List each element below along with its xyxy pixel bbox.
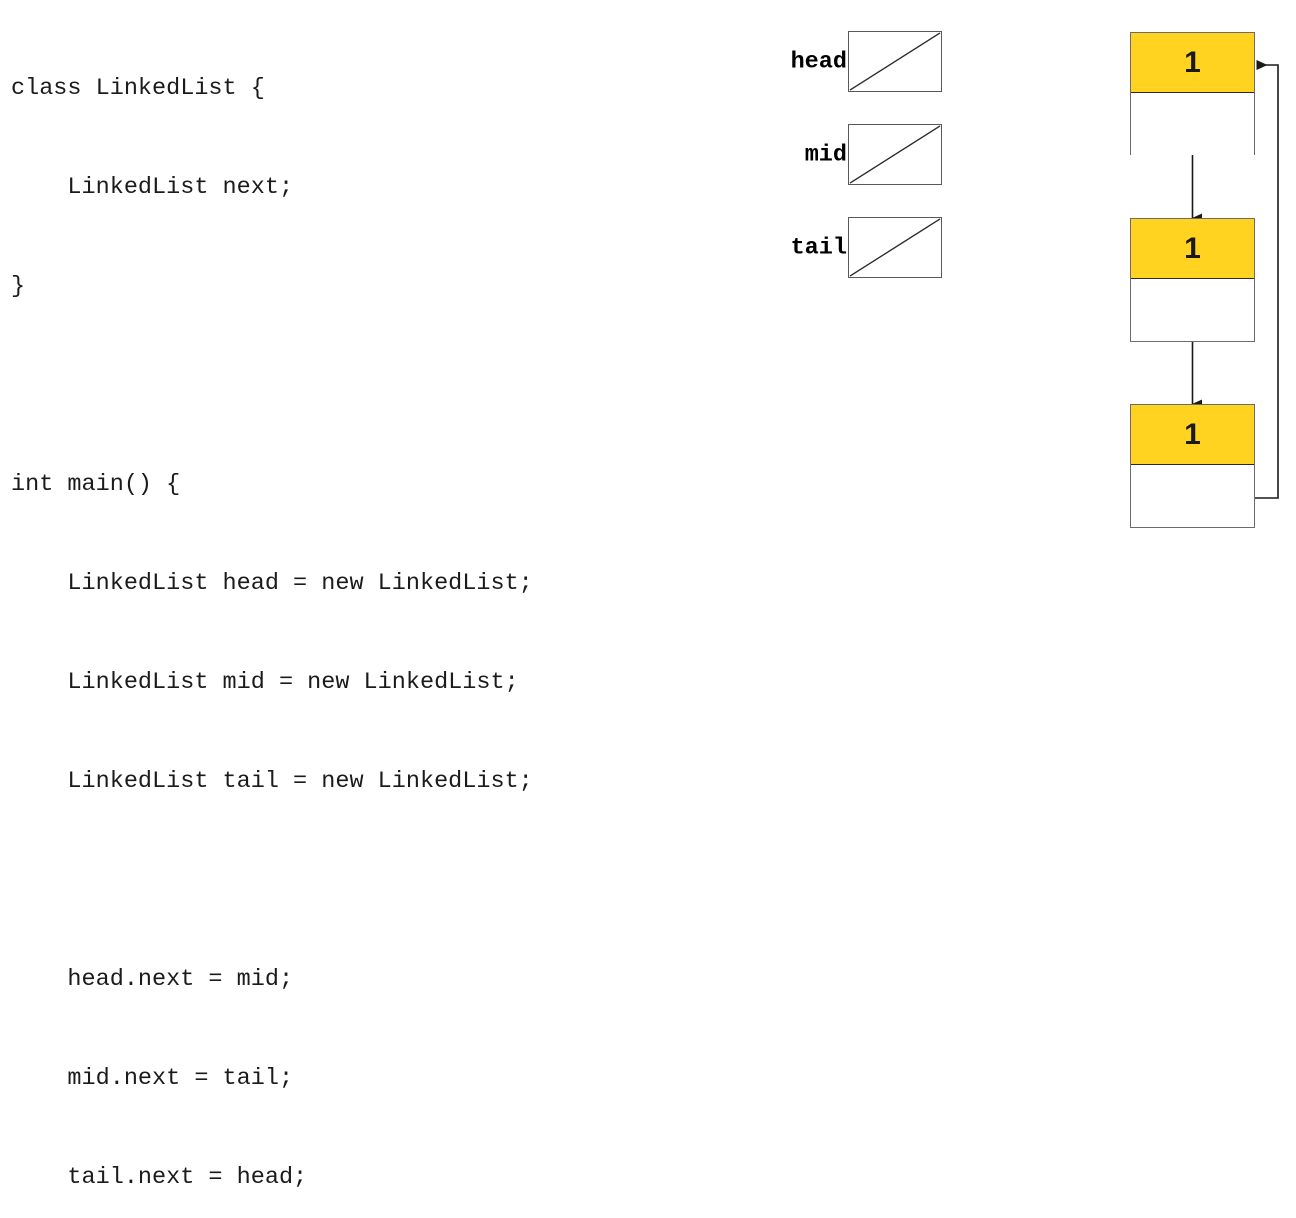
list-node-1: 1: [1130, 32, 1255, 155]
variable-box-tail: [848, 217, 942, 278]
code-line: LinkedList tail = new LinkedList;: [11, 768, 533, 795]
node-value-cell: 1: [1131, 219, 1254, 279]
linked-list-diagram: 1 1 1: [1110, 0, 1296, 609]
null-slash-icon: [849, 218, 941, 277]
code-line: class LinkedList {: [11, 75, 265, 102]
code-line: }: [11, 273, 26, 300]
code-line: int main() {: [11, 471, 181, 498]
variable-label-tail: tail: [790, 234, 847, 262]
code-line: LinkedList head = new LinkedList;: [11, 570, 533, 597]
variable-box-head: [848, 31, 942, 92]
code-line: tail.next = head;: [11, 1164, 308, 1191]
list-node-2: 1: [1130, 218, 1255, 342]
variable-row-tail: tail: [760, 217, 950, 279]
node-next-cell: [1131, 93, 1254, 155]
variable-label-mid: mid: [804, 141, 847, 169]
code-line: LinkedList next;: [11, 174, 294, 201]
edge-node3-to-node1-cycle: [1255, 60, 1279, 499]
variable-box-mid: [848, 124, 942, 185]
code-listing: class LinkedList { LinkedList next; } in…: [11, 6, 711, 1218]
null-slash-icon: [849, 32, 941, 91]
variable-label-head: head: [790, 48, 847, 76]
variable-row-head: head: [760, 31, 950, 93]
variable-slots: head mid tail: [760, 0, 960, 300]
list-node-3: 1: [1130, 404, 1255, 528]
node-next-cell: [1131, 465, 1254, 527]
node-next-cell: [1131, 279, 1254, 341]
node-value-cell: 1: [1131, 33, 1254, 93]
code-line: mid.next = tail;: [11, 1065, 294, 1092]
code-line: head.next = mid;: [11, 966, 294, 993]
null-slash-icon: [849, 125, 941, 184]
code-line: LinkedList mid = new LinkedList;: [11, 669, 519, 696]
variable-row-mid: mid: [760, 124, 950, 186]
node-value-cell: 1: [1131, 405, 1254, 465]
